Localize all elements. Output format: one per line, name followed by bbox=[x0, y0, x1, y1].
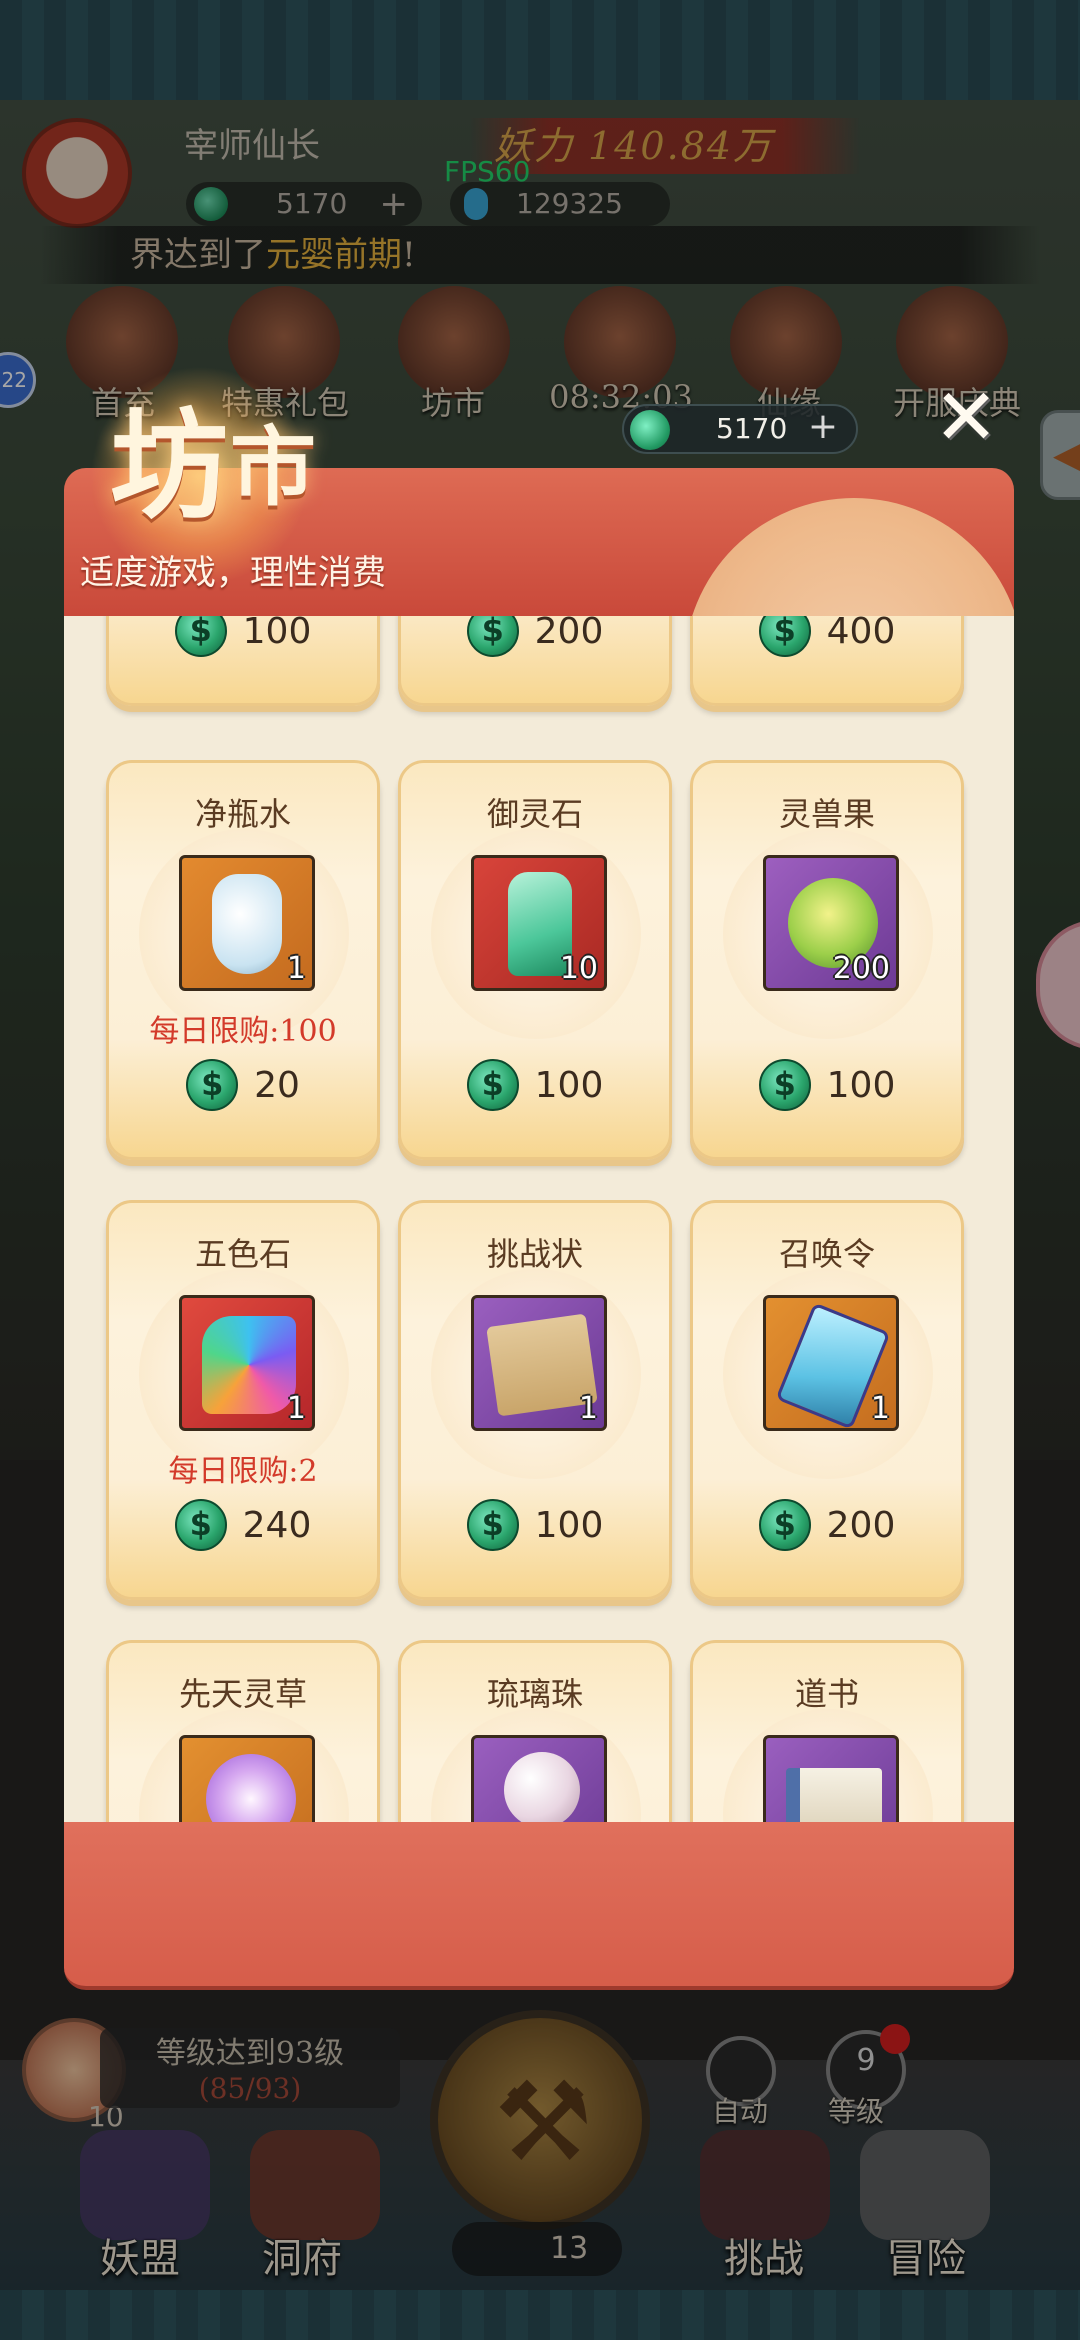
spirit-herb-icon bbox=[179, 1735, 315, 1824]
item-qty: 1 bbox=[578, 1391, 598, 1426]
jade-coin-icon bbox=[174, 1499, 227, 1551]
item-qty: 200 bbox=[832, 951, 890, 986]
moon-decoration bbox=[684, 498, 1014, 616]
shop-balance[interactable]: 5170 + bbox=[622, 404, 858, 454]
shop-card-partial[interactable]: 200 bbox=[398, 616, 672, 706]
item-name: 挑战状 bbox=[486, 1235, 583, 1273]
shop-footer bbox=[64, 1822, 1014, 1990]
beast-fruit-icon: 200 bbox=[763, 855, 899, 991]
item-name: 灵兽果 bbox=[778, 795, 875, 833]
item-name: 御灵石 bbox=[486, 795, 583, 833]
shop-card-challenge-scroll[interactable]: 挑战状 1 100 bbox=[398, 1200, 672, 1600]
price-row: 240 bbox=[109, 1499, 377, 1559]
shop-card-partial[interactable]: 100 bbox=[106, 616, 380, 706]
shop-card-spirit-stone[interactable]: 御灵石 10 100 bbox=[398, 760, 672, 1160]
item-qty: 10 bbox=[559, 951, 598, 986]
daily-limit: 每日限购:100 bbox=[149, 1014, 337, 1049]
item-qty: 1 bbox=[870, 1391, 890, 1426]
water-bottle-icon: 1 bbox=[179, 855, 315, 991]
jade-coin-icon bbox=[466, 616, 519, 657]
jade-coin-icon bbox=[630, 410, 670, 450]
jade-coin-icon bbox=[758, 1059, 811, 1111]
item-name: 召唤令 bbox=[778, 1235, 875, 1273]
five-color-stone-icon: 1 bbox=[179, 1295, 315, 1431]
price-row: 100 bbox=[693, 1059, 961, 1119]
price-row: 200 bbox=[693, 1499, 961, 1559]
item-name: 五色石 bbox=[194, 1235, 291, 1273]
shop-balance-amount: 5170 bbox=[716, 412, 788, 445]
shop-card-partial[interactable]: 400 bbox=[690, 616, 964, 706]
summon-token-icon: 1 bbox=[763, 1295, 899, 1431]
price-row: 100 bbox=[401, 1499, 669, 1559]
shop-title-first: 坊 bbox=[110, 396, 235, 535]
shop-card-dao-book[interactable]: 道书 bbox=[690, 1640, 964, 1824]
item-name: 琉璃珠 bbox=[486, 1675, 583, 1713]
jade-coin-icon bbox=[174, 616, 227, 657]
item-qty: 1 bbox=[286, 951, 306, 986]
item-price: 20 bbox=[254, 1064, 300, 1106]
shop-subtitle: 适度游戏，理性消费 bbox=[80, 553, 386, 593]
shop-item-list[interactable]: 100 200 400 净瓶水 1 每日限购:100 20 御灵石 10 100… bbox=[64, 616, 1014, 1824]
item-price: 100 bbox=[826, 1064, 896, 1106]
jade-coin-icon bbox=[186, 1059, 239, 1111]
glass-pearl-icon bbox=[471, 1735, 607, 1824]
item-price: 100 bbox=[242, 616, 312, 652]
item-price: 200 bbox=[534, 616, 604, 652]
jade-coin-icon bbox=[466, 1059, 519, 1111]
item-price: 400 bbox=[826, 616, 896, 652]
price-row: 20 bbox=[109, 1059, 377, 1119]
spirit-stone-icon: 10 bbox=[471, 855, 607, 991]
shop-card-summon-token[interactable]: 召唤令 1 200 bbox=[690, 1200, 964, 1600]
price-row: 400 bbox=[693, 616, 961, 665]
item-name: 先天灵草 bbox=[178, 1675, 307, 1713]
shop-title-second: 市 bbox=[230, 417, 323, 518]
daily-limit: 每日限购:2 bbox=[168, 1454, 318, 1489]
item-price: 100 bbox=[534, 1504, 604, 1546]
jade-coin-icon bbox=[466, 1499, 519, 1551]
challenge-scroll-icon: 1 bbox=[471, 1295, 607, 1431]
shop-card-five-color-stone[interactable]: 五色石 1 每日限购:2 240 bbox=[106, 1200, 380, 1600]
shop-card-beast-fruit[interactable]: 灵兽果 200 100 bbox=[690, 760, 964, 1160]
jade-coin-icon bbox=[758, 1499, 811, 1551]
shop-card-spirit-herb[interactable]: 先天灵草 bbox=[106, 1640, 380, 1824]
jade-coin-icon bbox=[758, 616, 811, 657]
price-row: 100 bbox=[401, 1059, 669, 1119]
shop-card-water-bottle[interactable]: 净瓶水 1 每日限购:100 20 bbox=[106, 760, 380, 1160]
item-qty: 1 bbox=[286, 1391, 306, 1426]
item-price: 200 bbox=[826, 1504, 896, 1546]
add-currency-icon[interactable]: + bbox=[808, 404, 838, 450]
close-button[interactable]: ✕ bbox=[928, 379, 1004, 457]
price-row: 100 bbox=[109, 616, 377, 665]
shop-card-glass-pearl[interactable]: 琉璃珠 bbox=[398, 1640, 672, 1824]
shop-title: 坊市 bbox=[110, 370, 322, 541]
item-price: 100 bbox=[534, 1064, 604, 1106]
dao-book-icon bbox=[763, 1735, 899, 1824]
price-row: 200 bbox=[401, 616, 669, 665]
item-name: 道书 bbox=[794, 1675, 859, 1713]
item-price: 240 bbox=[242, 1504, 312, 1546]
item-name: 净瓶水 bbox=[194, 795, 291, 833]
